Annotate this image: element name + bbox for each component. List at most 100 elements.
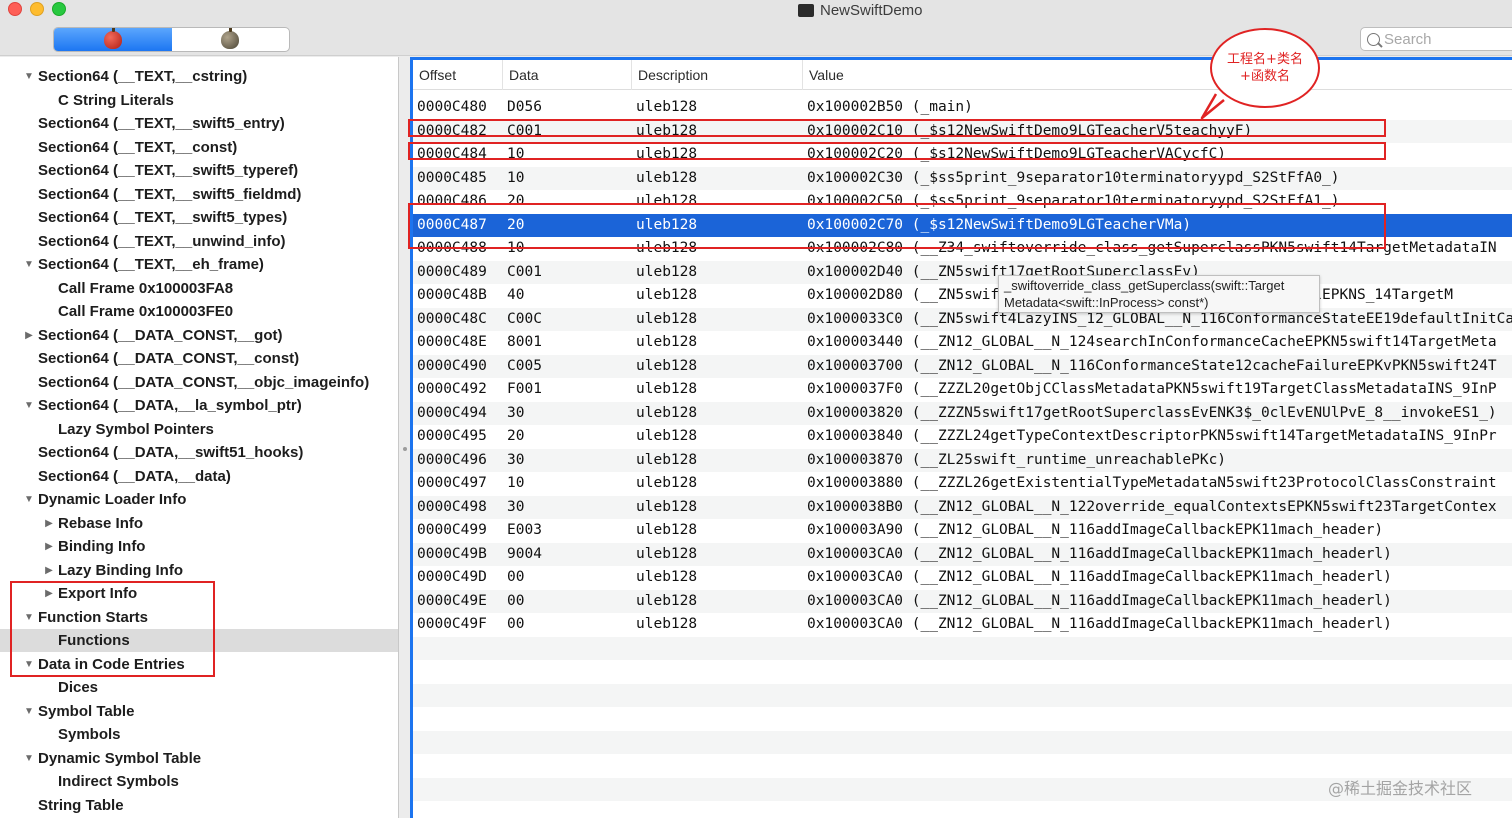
- sidebar-item[interactable]: ▼ Function Starts: [0, 606, 398, 629]
- table-row[interactable]: 0000C487 20 uleb128 0x100002C70 (_$s12NewSw…: [413, 213, 1512, 237]
- table-row[interactable]: 0000C497 10 uleb128 0x100003880 (__ZZZL26ge…: [413, 472, 1512, 496]
- table-row[interactable]: 0000C494 30 uleb128 0x100003820 (__ZZZN5swi…: [413, 401, 1512, 425]
- disclosure-closed-icon[interactable]: ▶: [42, 518, 56, 529]
- close-window-button[interactable]: [8, 2, 22, 16]
- sidebar-item[interactable]: Section64 (__DATA_CONST,__const): [0, 347, 398, 370]
- table-row[interactable]: 0000C48C C00C uleb128 0x1000033C0 (__ZN5swi…: [413, 307, 1512, 331]
- cell-description: uleb128: [636, 545, 698, 562]
- cell-value: 0x1000037F0 (__ZZZL20getObjCClassMetadat…: [807, 381, 1497, 397]
- minimize-window-button[interactable]: [30, 2, 44, 16]
- sidebar-item[interactable]: Section64 (__TEXT,__swift5_entry): [0, 112, 398, 135]
- table-row[interactable]: 0000C492 F001 uleb128 0x1000037F0 (__ZZZL20…: [413, 378, 1512, 402]
- disclosure-closed-icon[interactable]: ▶: [42, 588, 56, 599]
- disclosure-closed-icon[interactable]: ▶: [42, 541, 56, 552]
- sidebar-item[interactable]: Call Frame 0x100003FA8: [0, 277, 398, 300]
- segment-gray-apple[interactable]: [172, 28, 290, 51]
- sidebar-item[interactable]: Call Frame 0x100003FE0: [0, 300, 398, 323]
- sidebar-item[interactable]: Dices: [0, 676, 398, 699]
- cell-offset: 0000C49D: [417, 569, 487, 585]
- sidebar-item[interactable]: ▼ Data in Code Entries: [0, 653, 398, 676]
- sidebar-item-label: Function Starts: [38, 608, 149, 626]
- sidebar-item[interactable]: ▼ Symbol Table: [0, 700, 398, 723]
- cell-offset: 0000C489: [417, 263, 487, 280]
- search-input[interactable]: [1384, 30, 1504, 48]
- sidebar-item[interactable]: ▶ Lazy Binding Info: [0, 559, 398, 582]
- sidebar-item[interactable]: Section64 (__DATA,__data): [0, 465, 398, 488]
- disclosure-open-icon[interactable]: ▼: [22, 659, 36, 670]
- table-row[interactable]: 0000C498 30 uleb128 0x1000038B0 (__ZN12_GLO…: [413, 495, 1512, 519]
- sidebar-item[interactable]: Section64 (__TEXT,__swift5_fieldmd): [0, 183, 398, 206]
- table-row[interactable]: 0000C482 C001 uleb128 0x100002C10 (_$s12New…: [413, 119, 1512, 143]
- disclosure-open-icon[interactable]: ▼: [22, 706, 36, 717]
- search-field[interactable]: [1360, 27, 1512, 51]
- table-row[interactable]: 0000C484 10 uleb128 0x100002C20 (_$s12NewSw…: [413, 143, 1512, 167]
- sidebar-item-label: Indirect Symbols: [58, 773, 179, 790]
- sidebar-item[interactable]: C String Literals: [0, 89, 398, 112]
- sidebar-item[interactable]: ▼ Dynamic Symbol Table: [0, 747, 398, 770]
- column-header-offset[interactable]: Offset: [413, 60, 503, 90]
- table-row[interactable]: 0000C496 30 uleb128 0x100003870 (__ZL25swif…: [413, 448, 1512, 472]
- sidebar-item[interactable]: ▶ Section64 (__DATA_CONST,__got): [0, 324, 398, 347]
- sidebar-item[interactable]: Indirect Symbols: [0, 770, 398, 793]
- sidebar-item[interactable]: Section64 (__TEXT,__const): [0, 136, 398, 159]
- zoom-window-button[interactable]: [52, 2, 66, 16]
- sidebar-item[interactable]: String Table: [0, 794, 398, 817]
- disclosure-open-icon[interactable]: ▼: [22, 259, 36, 270]
- table-row[interactable]: 0000C49D 00 uleb128 0x100003CA0 (__ZN12_GLO…: [413, 566, 1512, 590]
- sidebar-item[interactable]: Section64 (__DATA,__swift51_hooks): [0, 441, 398, 464]
- table-row[interactable]: 0000C489 C001 uleb128 0x100002D40 (__ZN5swi…: [413, 260, 1512, 284]
- arch-segmented-control[interactable]: [53, 27, 290, 52]
- table-row[interactable]: 0000C48E 8001 uleb128 0x100003440 (__ZN12_G…: [413, 331, 1512, 355]
- table-row[interactable]: 0000C490 C005 uleb128 0x100003700 (__ZN12_G…: [413, 354, 1512, 378]
- split-view-divider[interactable]: [399, 57, 410, 818]
- cell-offset: 0000C482: [417, 122, 487, 139]
- sidebar-item[interactable]: Section64 (__TEXT,__unwind_info): [0, 230, 398, 253]
- sidebar-item[interactable]: ▶ Binding Info: [0, 535, 398, 558]
- table-row[interactable]: 0000C49E 00 uleb128 0x100003CA0 (__ZN12_GLO…: [413, 589, 1512, 613]
- sidebar-item[interactable]: ▶ Rebase Info: [0, 512, 398, 535]
- disclosure-open-icon[interactable]: ▼: [22, 400, 36, 411]
- sidebar-item[interactable]: ▼ Section64 (__DATA,__la_symbol_ptr): [0, 394, 398, 417]
- disclosure-open-icon[interactable]: ▼: [22, 612, 36, 623]
- segment-red-apple[interactable]: [54, 28, 172, 51]
- cell-offset: 0000C48B: [417, 287, 487, 303]
- disclosure-open-icon[interactable]: ▼: [22, 753, 36, 764]
- column-header-data[interactable]: Data: [503, 60, 632, 90]
- sidebar-item[interactable]: ▼ Section64 (__TEXT,__cstring): [0, 65, 398, 88]
- table-row[interactable]: 0000C49F 00 uleb128 0x100003CA0 (__ZN12_GLO…: [413, 613, 1512, 637]
- sidebar-item[interactable]: ▼ Section64 (__TEXT,__eh_frame): [0, 253, 398, 276]
- table-row[interactable]: 0000C495 20 uleb128 0x100003840 (__ZZZL24ge…: [413, 425, 1512, 449]
- disclosure-open-icon[interactable]: ▼: [22, 71, 36, 82]
- sidebar-item[interactable]: Lazy Symbol Pointers: [0, 418, 398, 441]
- cell-description: uleb128: [636, 122, 698, 139]
- cell-data: C00C: [507, 310, 542, 327]
- column-header-description[interactable]: Description: [632, 60, 803, 90]
- table-row[interactable]: 0000C480 D056 uleb128 0x100002B50 (_main): [413, 96, 1512, 120]
- disclosure-open-icon[interactable]: ▼: [22, 494, 36, 505]
- sidebar-item-label: Rebase Info: [58, 514, 144, 532]
- sidebar-item[interactable]: Section64 (__DATA_CONST,__objc_imageinfo…: [0, 371, 398, 394]
- table-row[interactable]: 0000C485 10 uleb128 0x100002C30 (_$ss5print…: [413, 166, 1512, 190]
- table-row[interactable]: 0000C48B40uleb1280x100002D80 (__ZN5swift…: [413, 284, 1512, 308]
- disclosure-closed-icon[interactable]: ▶: [22, 330, 36, 341]
- sidebar-item[interactable]: Functions: [0, 629, 398, 652]
- table-row[interactable]: 0000C49B 9004 uleb128 0x100003CA0 (__ZN12_G…: [413, 542, 1512, 566]
- empty-row: [413, 660, 1512, 684]
- sidebar-item[interactable]: Section64 (__TEXT,__swift5_types): [0, 206, 398, 229]
- column-header-value[interactable]: Value: [803, 60, 1512, 90]
- disclosure-closed-icon[interactable]: ▶: [42, 565, 56, 576]
- sidebar-item-label: Section64 (__TEXT,__swift5_types): [38, 209, 288, 226]
- cell-offset: 0000C498: [417, 498, 487, 515]
- sidebar-item[interactable]: Symbols: [0, 723, 398, 746]
- cell-offset: 0000C486: [417, 193, 487, 209]
- cell-data: E003: [507, 522, 542, 538]
- table-row[interactable]: 0000C488 10 uleb128 0x100002C80 (__Z34_swif…: [413, 237, 1512, 261]
- sidebar-item[interactable]: ▶ Export Info: [0, 582, 398, 605]
- table-row[interactable]: 0000C499 E003 uleb128 0x100003A90 (__ZN12_G…: [413, 519, 1512, 543]
- table-row[interactable]: 0000C486 20 uleb128 0x100002C50 (_$ss5print…: [413, 190, 1512, 214]
- sidebar-item-label: Section64 (__DATA_CONST,__got): [38, 326, 283, 344]
- cell-description: uleb128: [636, 569, 698, 585]
- cell-offset: 0000C495: [417, 428, 487, 444]
- sidebar-item[interactable]: ▼ Dynamic Loader Info: [0, 488, 398, 511]
- sidebar-item[interactable]: Section64 (__TEXT,__swift5_typeref): [0, 159, 398, 182]
